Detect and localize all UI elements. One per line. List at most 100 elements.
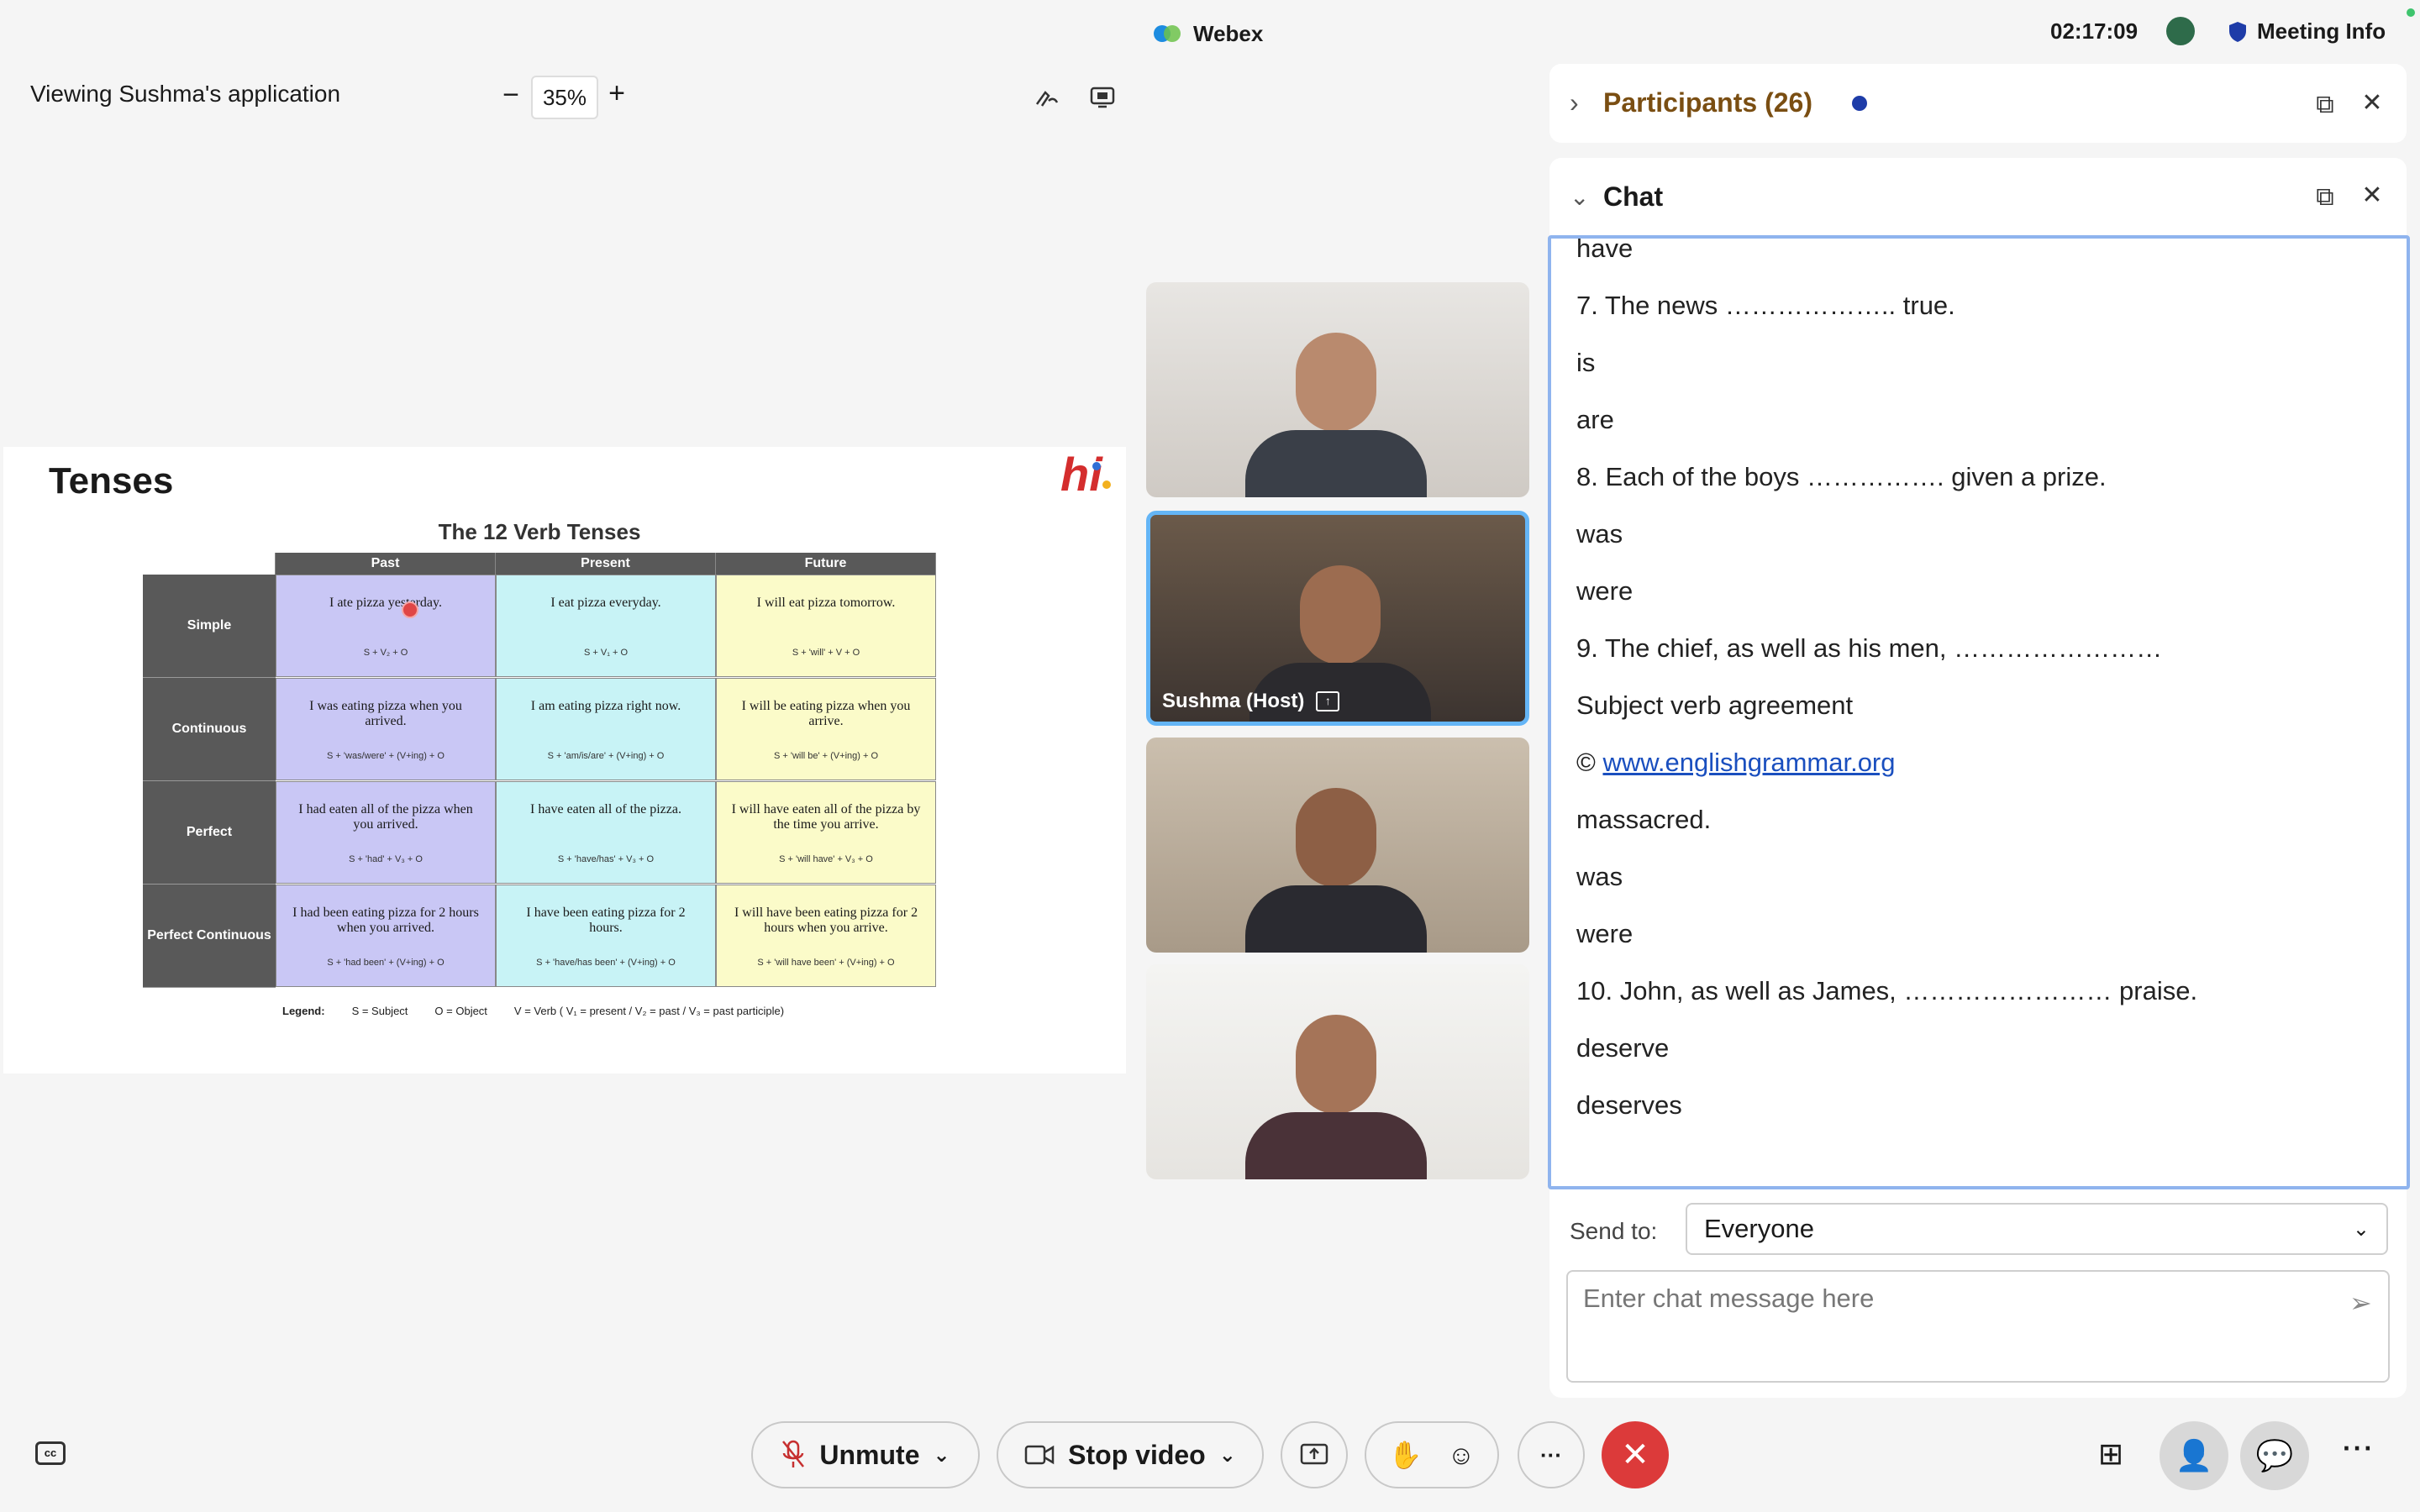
cell-formula: S + 'was/were' + (V+ing) + O — [327, 751, 445, 761]
share-content-button[interactable] — [1281, 1421, 1348, 1488]
closed-captions-icon[interactable]: cc — [35, 1441, 66, 1465]
participant-head — [1296, 1015, 1376, 1114]
host-video-tile[interactable]: Sushma (Host) ↑ — [1146, 511, 1529, 726]
network-signal-icon[interactable] — [2166, 17, 2195, 45]
chat-message-list[interactable]: have 7. The news ……………….. true. is are 8… — [1548, 235, 2410, 1189]
chat-message: 9. The chief, as well as his men, ………………… — [1576, 633, 2163, 663]
close-icon[interactable]: ✕ — [2358, 181, 2386, 210]
column-header-past: Past — [276, 553, 496, 575]
chat-message: was — [1576, 519, 1623, 549]
share-screen-icon — [1300, 1443, 1328, 1465]
send-to-value: Everyone — [1704, 1214, 1814, 1243]
unmute-button[interactable]: Unmute ⌄ — [751, 1421, 980, 1488]
cell-formula: S + 'have/has' + V₃ + O — [557, 854, 655, 864]
shield-icon — [2229, 21, 2246, 42]
participant-body — [1245, 1112, 1427, 1179]
table-cell: I will eat pizza tomorrow. S + 'will' + V… — [716, 575, 936, 677]
chat-message: is — [1576, 348, 1596, 377]
cell-formula: S + 'will have been' + (V+ing) + O — [757, 958, 895, 968]
chat-message: deserves — [1576, 1090, 1682, 1120]
participant-head — [1296, 333, 1376, 432]
annotate-icon[interactable] — [1034, 84, 1060, 111]
legend-object: O = Object — [434, 1005, 487, 1017]
table-cell: I eat pizza everyday. S + V₁ + O — [496, 575, 716, 677]
participant-video-tile[interactable] — [1146, 282, 1529, 497]
participants-icon: 👤 — [2175, 1438, 2213, 1473]
table-cell: I ate pizza yesterday. S + V₂ + O — [276, 575, 496, 677]
send-to-select[interactable]: Everyone ⌄ — [1686, 1203, 2388, 1255]
meeting-info-label: Meeting Info — [2257, 18, 2386, 44]
table-cell: I am eating pizza right now. S + 'am/is/a… — [496, 678, 716, 780]
column-header-future: Future — [716, 553, 936, 575]
table-cell: I have eaten all of the pizza. S + 'have/… — [496, 781, 716, 884]
participants-title[interactable]: Participants (26) — [1603, 87, 1812, 118]
chevron-right-icon[interactable]: › — [1570, 87, 1579, 118]
chat-input[interactable] — [1566, 1270, 2390, 1383]
chat-button[interactable]: 💬 — [2240, 1421, 2309, 1490]
participants-button[interactable]: 👤 — [2160, 1421, 2228, 1490]
cell-formula: S + V₂ + O — [363, 648, 408, 658]
cell-text: I was eating pizza when you arrived. — [309, 699, 462, 728]
chat-link[interactable]: www.englishgrammar.org — [1602, 748, 1895, 777]
participant-video-tile[interactable] — [1146, 738, 1529, 953]
raise-hand-icon[interactable]: ✋ — [1389, 1439, 1423, 1471]
cell-formula: S + 'had been' + (V+ing) + O — [327, 958, 445, 968]
camera-icon — [1024, 1445, 1055, 1465]
chat-title: Chat — [1603, 181, 1664, 212]
legend-subject: S = Subject — [351, 1005, 408, 1017]
more-options-button[interactable]: ··· — [1518, 1421, 1585, 1488]
row-label-continuous: Continuous — [143, 678, 276, 781]
table-cell: I will have been eating pizza for 2 hour… — [716, 885, 936, 987]
status-dot — [2407, 8, 2415, 17]
cell-formula: S + V₁ + O — [583, 648, 628, 658]
chevron-down-icon[interactable]: ⌄ — [1219, 1443, 1236, 1467]
cell-formula: S + 'am/is/are' + (V+ing) + O — [547, 751, 665, 761]
table-cell: I had been eating pizza for 2 hours when… — [276, 885, 496, 987]
participant-name: Sushma (Host) — [1162, 690, 1305, 712]
chevron-down-icon: ⌄ — [2352, 1217, 2370, 1241]
zoom-out-button[interactable]: − — [501, 79, 521, 112]
reactions-icon[interactable]: ☺ — [1448, 1440, 1476, 1471]
cell-formula: S + 'have/has been' + (V+ing) + O — [536, 958, 676, 968]
chat-message: have — [1576, 235, 1634, 263]
chevron-down-icon[interactable]: ⌄ — [934, 1443, 950, 1467]
popout-icon[interactable]: ⧉ — [2311, 183, 2339, 212]
chat-message: were — [1576, 919, 1634, 948]
mic-muted-icon — [782, 1440, 805, 1467]
zoom-level-field[interactable]: 35% — [531, 76, 598, 119]
participant-body — [1245, 430, 1427, 497]
leave-meeting-button[interactable]: ✕ — [1602, 1421, 1669, 1488]
copyright-text: © — [1576, 748, 1603, 777]
participant-video-tile[interactable] — [1146, 964, 1529, 1179]
chat-icon: 💬 — [2255, 1438, 2294, 1473]
chevron-down-icon[interactable]: ⌄ — [1570, 183, 1589, 211]
row-label-perfect: Perfect — [143, 781, 276, 885]
zoom-in-button[interactable]: + — [607, 77, 627, 110]
legend-verb: V = Verb ( V₁ = present / V₂ = past / V₃… — [513, 1005, 785, 1017]
close-icon[interactable]: ✕ — [2358, 89, 2386, 118]
cell-text: I have eaten all of the pizza. — [530, 802, 681, 816]
row-label-perfect-continuous: Perfect Continuous — [143, 885, 276, 988]
webex-logo-icon — [1154, 25, 1181, 42]
screen-view-icon[interactable] — [1089, 84, 1116, 111]
cell-text: I will have been eating pizza for 2 hour… — [734, 906, 918, 935]
cell-formula: S + 'will have' + V₃ + O — [779, 854, 873, 864]
sharing-icon: ↑ — [1316, 691, 1340, 711]
send-icon[interactable]: ➢ — [2349, 1287, 2372, 1319]
chat-message: Subject verb agreement — [1576, 690, 1854, 720]
table-corner — [143, 553, 276, 575]
popout-icon[interactable]: ⧉ — [2311, 91, 2339, 119]
cell-formula: S + 'will be' + (V+ing) + O — [773, 751, 879, 761]
verb-tenses-table: Past Present Future Simple I ate pizza y… — [143, 553, 936, 988]
more-icon: ··· — [1540, 1441, 1562, 1467]
apps-icon[interactable]: ⊞ — [2094, 1436, 2128, 1471]
table-cell: I had eaten all of the pizza when you ar… — [276, 781, 496, 884]
stop-video-button[interactable]: Stop video ⌄ — [997, 1421, 1264, 1488]
column-header-present: Present — [496, 553, 716, 575]
meeting-info-button[interactable]: Meeting Info — [2228, 18, 2386, 45]
chat-message: deserve — [1576, 1033, 1670, 1063]
overflow-menu-icon[interactable]: ··· — [2343, 1433, 2375, 1464]
table-title: The 12 Verb Tenses — [438, 519, 641, 544]
legend-label: Legend: — [282, 1005, 325, 1017]
chat-message: were — [1576, 576, 1634, 606]
